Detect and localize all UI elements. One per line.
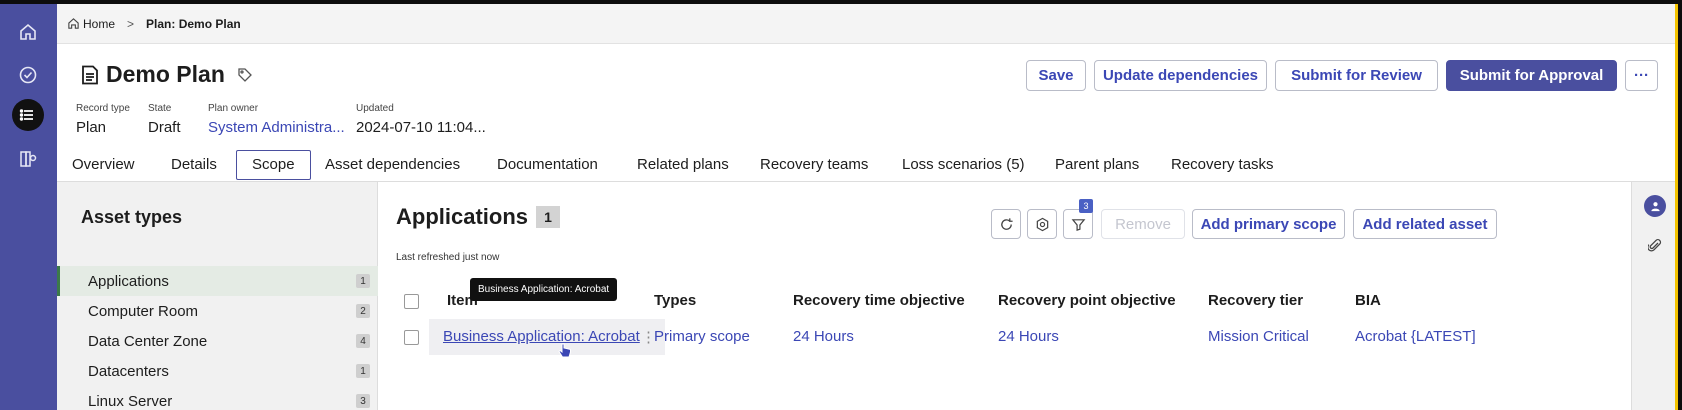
tab-documentation[interactable]: Documentation: [497, 150, 598, 180]
asset-types-heading: Asset types: [81, 207, 183, 227]
home-nav-icon[interactable]: [12, 16, 44, 48]
field-label: Record type: [76, 103, 130, 114]
applications-count: 1: [536, 206, 561, 228]
asset-type-label: Applications: [88, 272, 169, 290]
asset-type-label: Data Center Zone: [88, 332, 208, 350]
asset-type-count: 1: [356, 274, 370, 288]
column-header-bia[interactable]: BIA: [1355, 292, 1381, 309]
asset-type-item[interactable]: Computer Room 2: [57, 296, 378, 326]
field-value: Draft: [148, 119, 181, 136]
plan-owner-field: Plan owner System Administra...: [208, 103, 345, 136]
asset-type-item[interactable]: Data Center Zone 4: [57, 326, 378, 356]
book-nav-icon[interactable]: [12, 143, 44, 175]
header-actions: Save Update dependencies Submit for Revi…: [1018, 60, 1675, 91]
breadcrumb-home-link[interactable]: Home: [83, 17, 115, 31]
applications-section: Applications 1 Last refreshed just now 3…: [379, 182, 1631, 410]
column-header-tier[interactable]: Recovery tier: [1208, 292, 1303, 309]
tab-overview[interactable]: Overview: [72, 150, 135, 180]
save-button[interactable]: Save: [1026, 60, 1086, 91]
breadcrumb-current: Plan: Demo Plan: [146, 16, 241, 31]
app-window: Home > Plan: Demo Plan Demo Plan Record …: [0, 4, 1678, 410]
asset-type-label: Computer Room: [88, 302, 199, 320]
state-field: State Draft: [148, 103, 181, 136]
asset-type-label: Datacenters: [88, 362, 169, 380]
applications-heading: Applications: [396, 204, 529, 229]
column-header-rpo[interactable]: Recovery point objective: [998, 292, 1176, 309]
types-cell[interactable]: Primary scope: [654, 328, 750, 345]
more-actions-button[interactable]: ···: [1625, 60, 1658, 91]
row-checkbox[interactable]: [404, 330, 419, 345]
tag-icon[interactable]: [237, 67, 253, 83]
screen-frame: Home > Plan: Demo Plan Demo Plan Record …: [0, 0, 1682, 410]
tab-asset-dependencies[interactable]: Asset dependencies: [325, 150, 460, 180]
field-label: Updated: [356, 103, 394, 114]
rto-cell[interactable]: 24 Hours: [793, 328, 854, 345]
item-link[interactable]: Business Application: Acrobat: [443, 328, 640, 345]
tab-loss-scenarios[interactable]: Loss scenarios (5): [902, 150, 1025, 180]
add-primary-scope-button[interactable]: Add primary scope: [1192, 209, 1345, 239]
column-header-types[interactable]: Types: [654, 292, 696, 309]
hand-cursor-icon: [558, 343, 571, 358]
right-utility-strip: [1631, 182, 1675, 410]
paperclip-icon[interactable]: [1648, 238, 1662, 254]
gear-icon: [1036, 217, 1048, 231]
filter-icon: [1071, 218, 1085, 231]
item-tooltip: Business Application: Acrobat: [470, 278, 618, 301]
record-header: Demo Plan Record type Plan State Draft P…: [57, 44, 1675, 148]
column-header-rto[interactable]: Recovery time objective: [793, 292, 965, 309]
add-related-asset-button[interactable]: Add related asset: [1353, 209, 1497, 239]
tab-related-plans[interactable]: Related plans: [637, 150, 729, 180]
left-nav-rail: [0, 4, 57, 410]
breadcrumb: Home > Plan: Demo Plan: [57, 4, 1675, 44]
field-label: Plan owner: [208, 103, 259, 114]
asset-type-count: 4: [356, 334, 370, 348]
asset-type-label: Linux Server: [88, 392, 173, 410]
last-refreshed-text: Last refreshed just now: [396, 252, 500, 263]
asset-type-count: 1: [356, 364, 370, 378]
record-tabs: Overview Details Scope Asset dependencie…: [57, 148, 1675, 182]
remove-button[interactable]: Remove: [1101, 209, 1185, 239]
update-dependencies-button[interactable]: Update dependencies: [1094, 60, 1267, 91]
select-all-checkbox[interactable]: [404, 294, 419, 309]
section-title: Applications 1: [396, 204, 561, 230]
settings-button[interactable]: [1027, 209, 1057, 239]
updated-field: Updated 2024-07-10 11:04...: [356, 103, 486, 136]
record-type-field: Record type Plan: [76, 103, 130, 136]
home-icon: [68, 18, 79, 29]
filter-button[interactable]: 3: [1063, 199, 1093, 239]
field-value: 2024-07-10 11:04...: [356, 119, 486, 136]
asset-type-item[interactable]: Linux Server 3: [57, 386, 378, 410]
tab-scope[interactable]: Scope: [236, 150, 311, 180]
check-circle-icon[interactable]: [12, 59, 44, 91]
asset-types-panel: Asset types Applications 1 Computer Room…: [57, 182, 378, 410]
asset-type-item[interactable]: Applications 1: [57, 266, 378, 296]
tier-cell[interactable]: Mission Critical: [1208, 328, 1309, 345]
list-nav-icon[interactable]: [12, 99, 44, 131]
rpo-cell[interactable]: 24 Hours: [998, 328, 1059, 345]
refresh-icon: [1000, 217, 1013, 230]
document-icon: [82, 65, 98, 84]
bia-cell[interactable]: Acrobat {LATEST]: [1355, 328, 1476, 345]
refresh-button[interactable]: [991, 209, 1021, 239]
person-icon[interactable]: [1644, 195, 1666, 217]
tab-details[interactable]: Details: [171, 150, 217, 180]
submit-for-review-button[interactable]: Submit for Review: [1275, 60, 1438, 91]
asset-type-item[interactable]: Datacenters 1: [57, 356, 378, 386]
tab-recovery-tasks[interactable]: Recovery tasks: [1171, 150, 1274, 180]
tab-recovery-teams[interactable]: Recovery teams: [760, 150, 868, 180]
plan-title: Demo Plan: [106, 61, 225, 87]
plan-owner-link[interactable]: System Administra...: [208, 119, 345, 136]
asset-type-count: 3: [356, 394, 370, 408]
filter-count-badge: 3: [1079, 199, 1093, 213]
asset-type-count: 2: [356, 304, 370, 318]
page-title: Demo Plan: [81, 61, 253, 88]
submit-for-approval-button[interactable]: Submit for Approval: [1446, 60, 1617, 91]
field-value: Plan: [76, 119, 107, 136]
tab-parent-plans[interactable]: Parent plans: [1055, 150, 1139, 180]
breadcrumb-separator: >: [127, 16, 135, 31]
field-label: State: [148, 103, 172, 114]
